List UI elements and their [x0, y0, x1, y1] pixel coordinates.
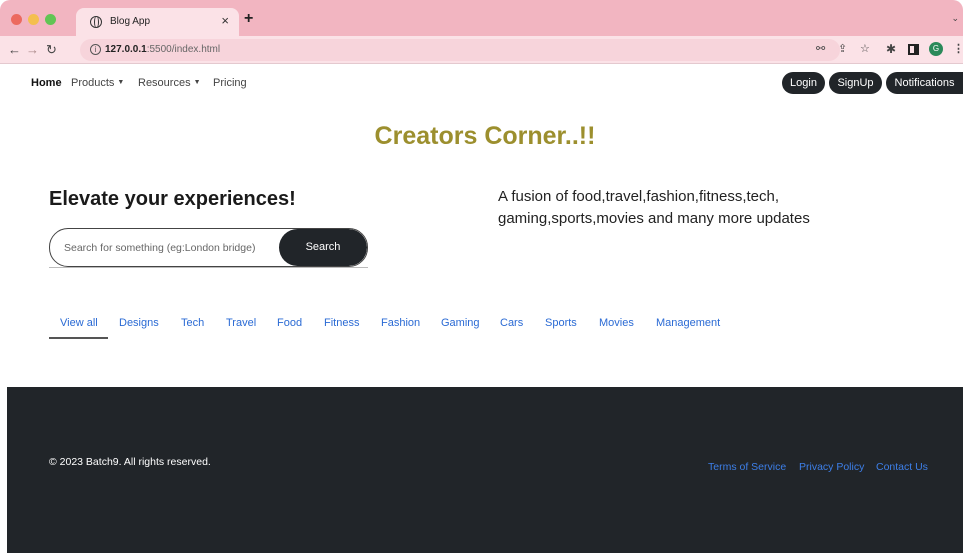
contact-link[interactable]: Contact Us	[876, 461, 928, 473]
category-tab-fitness[interactable]: Fitness	[324, 317, 359, 329]
nav-resources[interactable]: Resources ▼	[138, 77, 201, 89]
signup-button[interactable]: SignUp	[829, 72, 882, 94]
globe-icon	[90, 15, 102, 28]
back-arrow-icon[interactable]: ←	[8, 42, 21, 57]
hero-tagline: A fusion of food,travel,fashion,fitness,…	[498, 188, 810, 227]
url-text: 127.0.0.1:5500/index.html	[105, 44, 221, 55]
search-input[interactable]	[50, 229, 280, 266]
category-tab-cars[interactable]: Cars	[500, 317, 523, 329]
search-button[interactable]: Search	[279, 229, 367, 266]
category-tab-gaming[interactable]: Gaming	[441, 317, 480, 329]
category-tab-designs[interactable]: Designs	[119, 317, 159, 329]
notifications-button[interactable]: Notifications	[886, 72, 963, 94]
puzzle-icon[interactable]: ✱	[886, 42, 896, 56]
minimize-window-button[interactable]	[28, 14, 39, 25]
search-divider	[49, 267, 368, 268]
address-bar[interactable]: i 127.0.0.1:5500/index.html	[80, 39, 840, 61]
chevron-down-icon[interactable]: ⌄	[951, 13, 959, 24]
new-tab-button[interactable]: +	[244, 10, 253, 28]
category-tab-tech[interactable]: Tech	[181, 317, 204, 329]
share-icon[interactable]: ⇪	[838, 42, 847, 55]
category-tab-management[interactable]: Management	[656, 317, 720, 329]
browser-window: Blog App × + ⌄ ← → ↻ i 127.0.0.1:5500/in…	[0, 0, 963, 553]
reload-icon[interactable]: ↻	[46, 42, 57, 58]
browser-toolbar: ← → ↻ i 127.0.0.1:5500/index.html ⚯ ⇪ ☆ …	[0, 36, 963, 64]
page-content: Home Products ▼ Resources ▼ Pricing Login …	[7, 65, 963, 553]
forward-arrow-icon[interactable]: →	[26, 42, 39, 57]
category-tab-food[interactable]: Food	[277, 317, 302, 329]
close-window-button[interactable]	[11, 14, 22, 25]
search-bar: Search	[49, 228, 368, 267]
page-title: Creators Corner..!!	[374, 122, 596, 150]
category-tab-fashion[interactable]: Fashion	[381, 317, 420, 329]
nav-products[interactable]: Products ▼	[71, 77, 124, 89]
terms-link[interactable]: Terms of Service	[708, 461, 786, 473]
page-footer: © 2023 Batch9. All rights reserved. Term…	[7, 387, 963, 553]
category-tab-movies[interactable]: Movies	[599, 317, 634, 329]
category-tab-sports[interactable]: Sports	[545, 317, 577, 329]
tab-bar: Blog App × + ⌄	[0, 0, 963, 36]
browser-tab[interactable]: Blog App ×	[76, 8, 239, 36]
tab-close-icon[interactable]: ×	[221, 13, 229, 28]
caret-down-icon: ▼	[193, 79, 201, 86]
copyright-text: © 2023 Batch9. All rights reserved.	[49, 456, 211, 468]
category-tab-travel[interactable]: Travel	[226, 317, 256, 329]
active-tab-indicator	[49, 337, 108, 339]
profile-avatar[interactable]: G	[929, 42, 943, 56]
top-navbar: Home Products ▼ Resources ▼ Pricing Login …	[7, 65, 963, 103]
info-icon[interactable]: i	[90, 44, 101, 55]
more-vertical-icon[interactable]: ⋮	[953, 42, 963, 55]
login-button[interactable]: Login	[782, 72, 825, 94]
maximize-window-button[interactable]	[45, 14, 56, 25]
side-panel-icon[interactable]	[908, 44, 919, 55]
tab-title: Blog App	[110, 16, 151, 27]
nav-pricing[interactable]: Pricing	[213, 77, 247, 89]
caret-down-icon: ▼	[117, 79, 125, 86]
key-icon[interactable]: ⚯	[816, 42, 825, 55]
privacy-link[interactable]: Privacy Policy	[799, 461, 864, 473]
hero-heading: Elevate your experiences!	[49, 188, 296, 210]
category-tab-view-all[interactable]: View all	[60, 317, 98, 329]
star-icon[interactable]: ☆	[860, 42, 870, 55]
nav-home[interactable]: Home	[31, 77, 62, 89]
